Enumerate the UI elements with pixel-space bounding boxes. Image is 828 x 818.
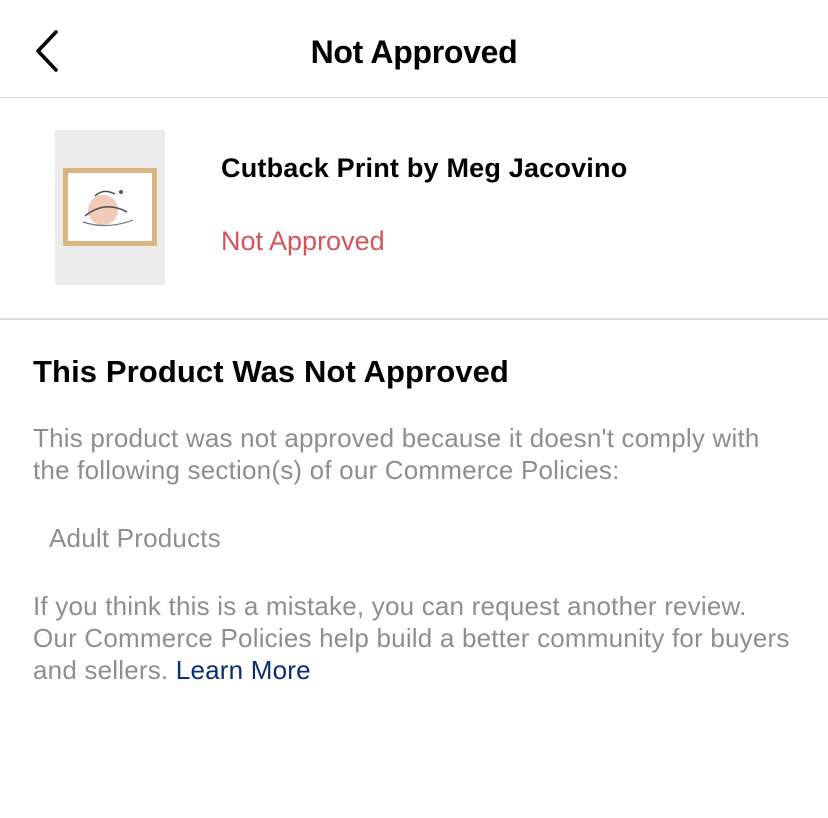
product-name[interactable]: Cutback Print by Meg Jacovino (221, 153, 627, 184)
top-bar: Not Approved (0, 0, 828, 98)
section-heading: This Product Was Not Approved (33, 354, 509, 389)
status-label: Not Approved (221, 226, 385, 256)
page-title: Not Approved (310, 34, 518, 70)
product-thumbnail[interactable] (55, 130, 165, 285)
policies-description: Our Commerce Policies help build a bette… (33, 623, 790, 685)
request-review-text: If you think this is a mistake, you can … (33, 591, 747, 621)
learn-more-link[interactable]: Learn More (176, 655, 311, 685)
rejection-reason-text: This product was not approved because it… (33, 423, 760, 485)
rejection-details: This Product Was Not Approved This produ… (33, 352, 803, 686)
product-summary: Cutback Print by Meg Jacovino Not Approv… (0, 98, 828, 320)
policies-info-text: Our Commerce Policies help build a bette… (33, 622, 803, 686)
policy-section-item: Adult Products (49, 523, 221, 553)
